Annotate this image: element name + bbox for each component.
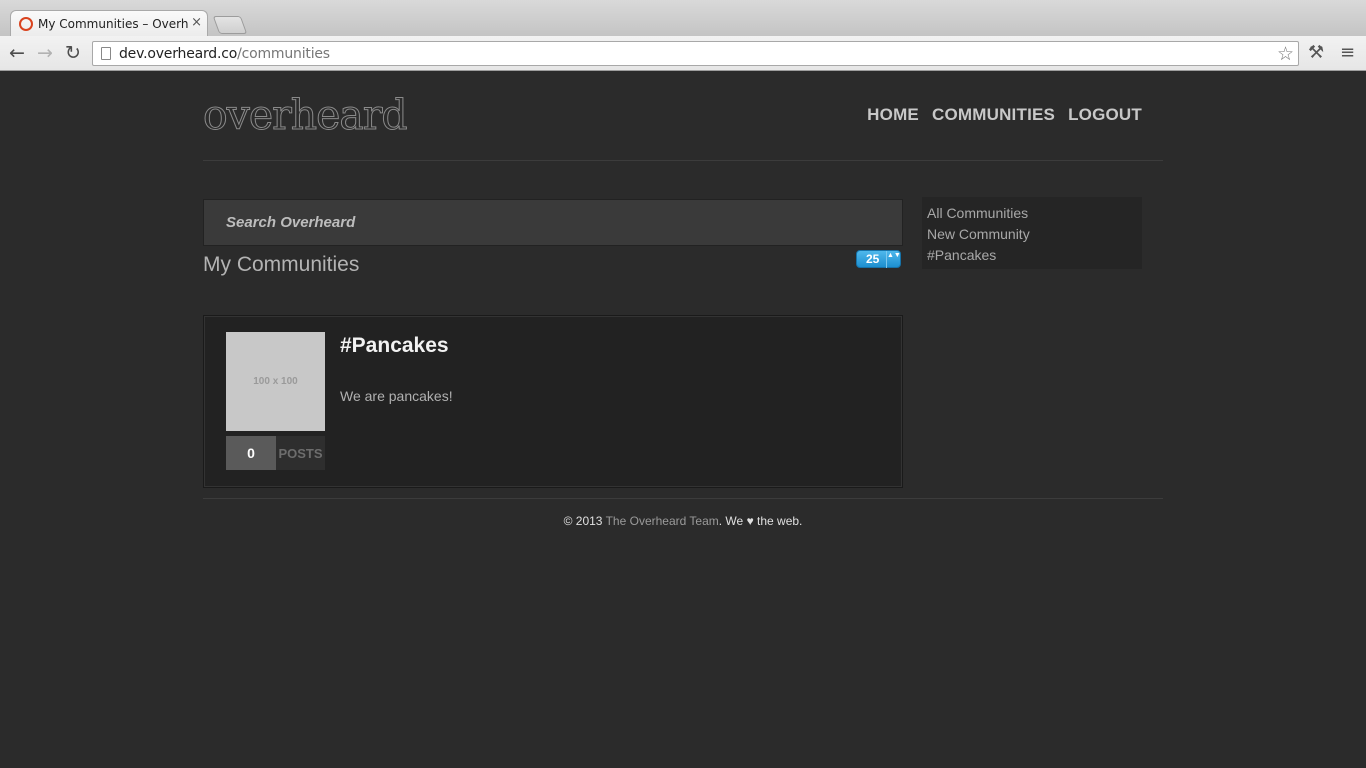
url-path: /communities [237, 46, 330, 62]
sidebar-item-new-community[interactable]: New Community [927, 224, 1137, 245]
heart-icon: ♥ [746, 514, 754, 528]
site-logo[interactable]: overheard [203, 91, 409, 140]
community-thumbnail[interactable]: 100 x 100 [226, 332, 325, 431]
per-page-value: 25 [866, 252, 880, 266]
footer: © 2013 The Overheard Team. We ♥ the web. [0, 514, 1366, 528]
per-page-select[interactable]: 25 ▲▼ [856, 250, 901, 268]
sidebar-item-pancakes[interactable]: #Pancakes [927, 245, 1137, 266]
browser-toolbar: ← → ↻ dev.overheard.co/communities ☆ ⚒ ≡ [0, 36, 1366, 71]
nav-home[interactable]: HOME [867, 105, 919, 125]
nav-communities[interactable]: COMMUNITIES [932, 105, 1055, 125]
footer-copyright: © 2013 [563, 514, 603, 528]
page: overheard HOME COMMUNITIES LOGOUT My Com… [0, 71, 1366, 768]
reload-icon[interactable]: ↻ [61, 41, 85, 65]
wrench-icon[interactable]: ⚒ [1308, 42, 1324, 63]
footer-rest: the web. [757, 514, 803, 528]
tab-close-icon[interactable]: × [191, 15, 202, 30]
thumbnail-placeholder-label: 100 x 100 [253, 376, 298, 387]
select-arrows-icon: ▲▼ [886, 251, 901, 268]
page-icon [101, 47, 111, 60]
post-count: 0 [226, 436, 276, 470]
sidebar-item-all-communities[interactable]: All Communities [927, 203, 1137, 224]
footer-divider [203, 498, 1163, 499]
community-card: 100 x 100 0 POSTS #Pancakes We are panca… [203, 315, 903, 488]
nav-logout[interactable]: LOGOUT [1068, 105, 1142, 125]
new-tab-button[interactable] [212, 16, 248, 34]
post-count-label: POSTS [276, 436, 325, 470]
address-bar[interactable]: dev.overheard.co/communities ☆ [92, 41, 1299, 66]
community-description: We are pancakes! [340, 388, 453, 404]
forward-icon[interactable]: → [33, 41, 57, 65]
browser-tabstrip: My Communities – Overheard × [0, 0, 1366, 36]
community-title[interactable]: #Pancakes [340, 334, 449, 358]
main-nav: HOME COMMUNITIES LOGOUT [867, 105, 1142, 125]
search-box [203, 199, 903, 246]
back-icon[interactable]: ← [5, 41, 29, 65]
sidebar: All Communities New Community #Pancakes [922, 197, 1142, 269]
bookmark-star-icon[interactable]: ☆ [1277, 43, 1294, 65]
favicon-icon [19, 17, 33, 31]
browser-tab[interactable]: My Communities – Overheard × [10, 10, 208, 36]
search-input[interactable] [204, 200, 902, 245]
footer-we: . We [718, 514, 744, 528]
tab-title: My Communities – Overheard [38, 17, 188, 31]
footer-team-link[interactable]: The Overheard Team [606, 514, 719, 528]
page-title: My Communities [203, 253, 360, 276]
header-divider [203, 160, 1163, 161]
url-text[interactable]: dev.overheard.co/communities [119, 46, 330, 62]
menu-icon[interactable]: ≡ [1340, 42, 1355, 63]
url-host: dev.overheard.co [119, 46, 238, 62]
